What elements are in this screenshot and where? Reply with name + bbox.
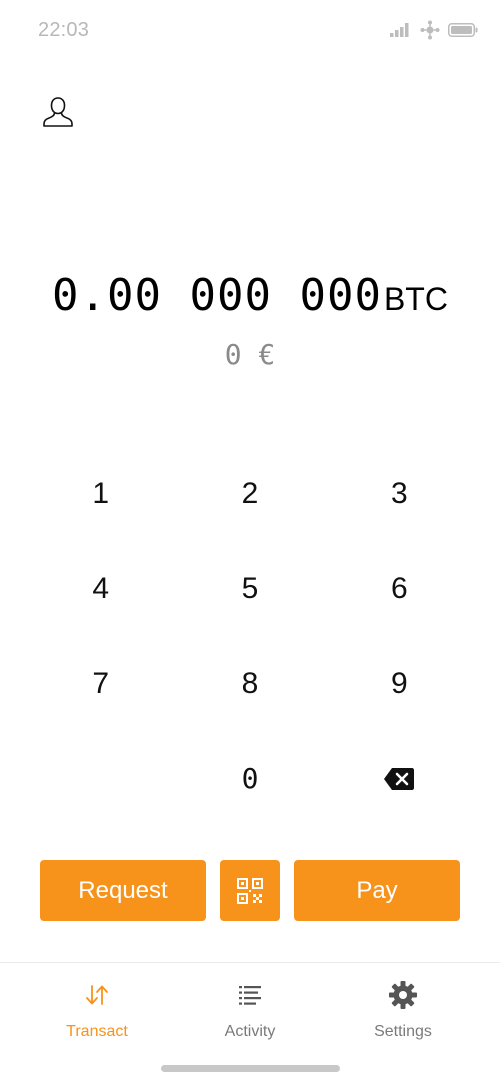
key-0[interactable]: 0 (175, 731, 324, 826)
key-4[interactable]: 4 (26, 541, 175, 636)
amount-display: 0.00 000 000BTC (0, 270, 500, 321)
fiat-amount: 0 € (224, 338, 276, 371)
backspace-key[interactable] (325, 731, 474, 826)
action-buttons: Request Pay (40, 860, 460, 921)
status-bar: 22:03 (0, 0, 500, 60)
btc-unit: BTC (383, 281, 448, 317)
person-outline-icon (43, 97, 73, 127)
signal-icon (390, 23, 409, 37)
nav-settings-label: Settings (374, 1023, 432, 1040)
nav-activity[interactable]: Activity (180, 963, 320, 1053)
btc-amount: 0.00 000 000 (52, 270, 382, 321)
key-1[interactable]: 1 (26, 446, 175, 541)
key-empty (26, 731, 175, 826)
network-icon (420, 20, 440, 40)
nav-transact[interactable]: Transact (27, 963, 167, 1053)
key-6[interactable]: 6 (325, 541, 474, 636)
list-icon (239, 986, 261, 1005)
key-9[interactable]: 9 (325, 636, 474, 731)
qr-code-icon (237, 877, 263, 904)
status-time: 22:03 (38, 19, 90, 41)
battery-icon (448, 23, 478, 37)
gear-icon (389, 981, 417, 1009)
key-8[interactable]: 8 (175, 636, 324, 731)
scan-qr-button[interactable] (220, 860, 280, 921)
key-2[interactable]: 2 (175, 446, 324, 541)
key-5[interactable]: 5 (175, 541, 324, 636)
account-button[interactable] (40, 94, 76, 130)
request-button[interactable]: Request (40, 860, 206, 921)
backspace-icon (384, 767, 415, 790)
key-3[interactable]: 3 (325, 446, 474, 541)
nav-activity-label: Activity (224, 1023, 276, 1040)
status-icons (390, 20, 478, 40)
number-keypad: 1 2 3 4 5 6 7 8 9 0 (26, 446, 474, 826)
transfer-arrows-icon (86, 985, 108, 1005)
key-7[interactable]: 7 (26, 636, 175, 731)
pay-button[interactable]: Pay (294, 860, 460, 921)
home-indicator[interactable] (161, 1065, 340, 1072)
nav-transact-label: Transact (66, 1023, 128, 1040)
nav-settings[interactable]: Settings (333, 963, 473, 1053)
